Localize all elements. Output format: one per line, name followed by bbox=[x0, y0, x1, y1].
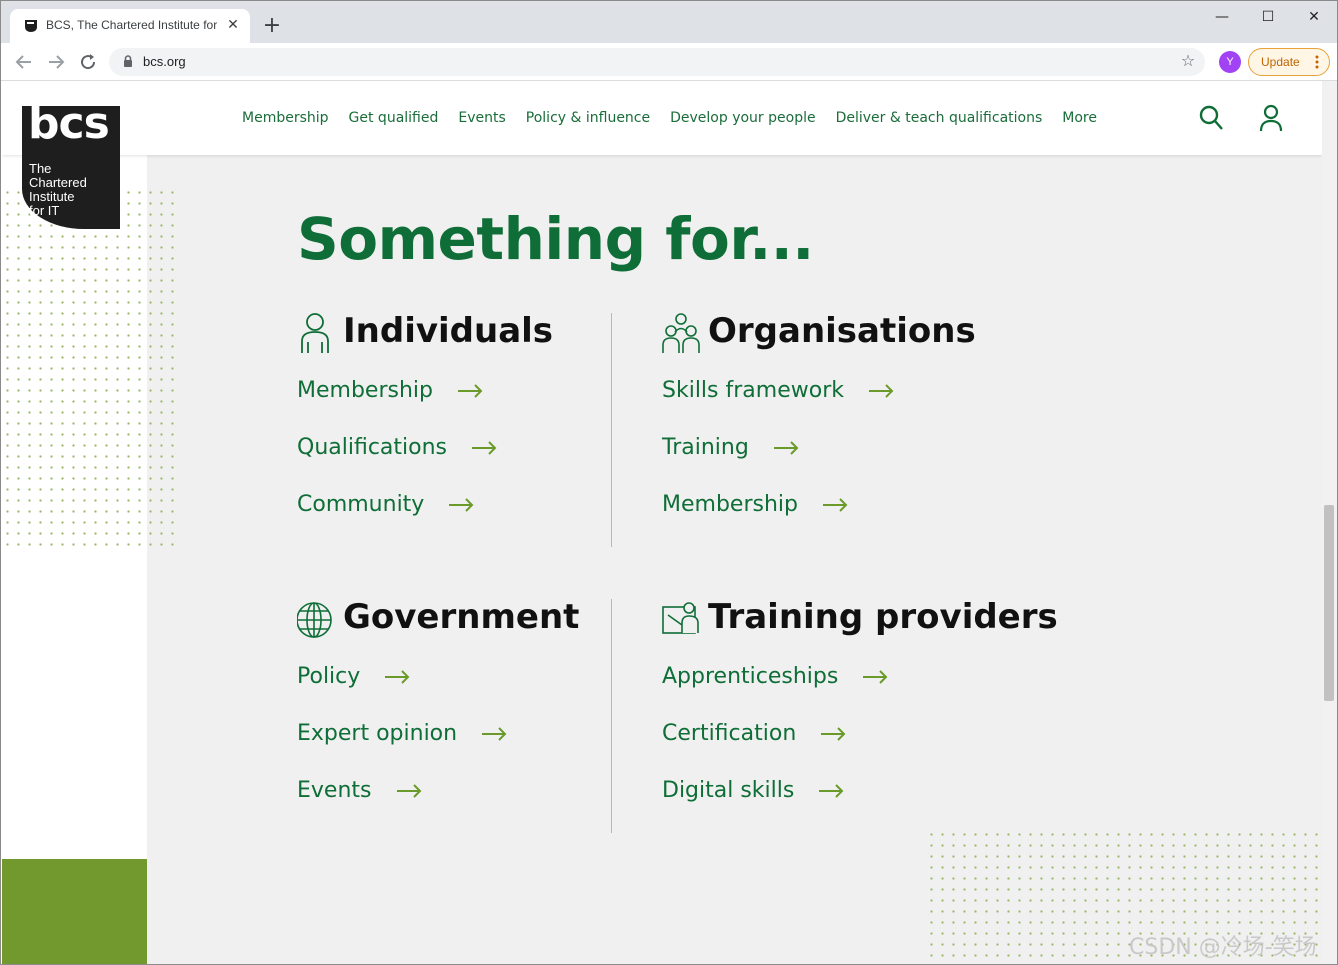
person-icon bbox=[301, 313, 329, 353]
link-label: Digital skills bbox=[662, 778, 795, 803]
update-label: Update bbox=[1261, 55, 1300, 69]
profile-avatar[interactable]: Y bbox=[1219, 51, 1241, 73]
nav-policy-influence[interactable]: Policy & influence bbox=[526, 110, 650, 126]
main-nav: Membership Get qualified Events Policy & in… bbox=[242, 107, 1117, 127]
back-arrow-icon[interactable] bbox=[12, 50, 36, 74]
logo-line: Chartered bbox=[29, 175, 87, 190]
tab-bar: BCS, The Chartered Institute for IT ✕ + … bbox=[1, 1, 1337, 43]
lock-icon bbox=[124, 55, 132, 67]
nav-more[interactable]: More bbox=[1062, 110, 1097, 126]
arrow-right-icon bbox=[449, 497, 474, 512]
arrow-right-icon bbox=[868, 383, 894, 398]
page-scrollbar[interactable] bbox=[1322, 81, 1337, 964]
reload-icon[interactable] bbox=[76, 50, 100, 74]
arrow-right-icon bbox=[385, 669, 410, 684]
logo-line: The bbox=[29, 161, 52, 176]
link-label: Qualifications bbox=[297, 435, 448, 460]
arrow-right-icon bbox=[482, 726, 507, 741]
update-button[interactable]: Update bbox=[1248, 48, 1330, 76]
browser-tab[interactable]: BCS, The Chartered Institute for IT ✕ bbox=[10, 9, 250, 43]
dot-pattern-left bbox=[2, 187, 182, 547]
section-title: Training providers bbox=[708, 597, 1058, 637]
section-title: Organisations bbox=[708, 311, 976, 351]
watermark-text: CSDN @冷场-笑场 bbox=[1129, 935, 1317, 960]
page-viewport: Membership Get qualified Events Policy & in… bbox=[2, 81, 1322, 964]
green-accent-block bbox=[2, 859, 147, 964]
column-divider bbox=[611, 313, 612, 547]
arrow-right-icon bbox=[773, 440, 799, 455]
link-label: Skills framework bbox=[662, 378, 844, 403]
column-divider bbox=[611, 599, 612, 833]
nav-membership[interactable]: Membership bbox=[242, 110, 329, 126]
link-label: Expert opinion bbox=[297, 721, 458, 746]
group-icon bbox=[662, 313, 700, 353]
link-membership-org[interactable]: Membership bbox=[662, 492, 848, 517]
page-title: Something for... bbox=[297, 205, 814, 273]
new-tab-button[interactable]: + bbox=[261, 15, 283, 37]
link-certification[interactable]: Certification bbox=[662, 721, 846, 746]
link-apprenticeships[interactable]: Apprenticeships bbox=[662, 664, 888, 689]
trainer-board-icon bbox=[662, 602, 699, 634]
bookmark-star-icon[interactable]: ☆ bbox=[1179, 52, 1197, 70]
link-label: Policy bbox=[297, 664, 361, 689]
menu-dots-icon bbox=[1315, 55, 1319, 69]
link-qualifications[interactable]: Qualifications bbox=[297, 435, 497, 460]
arrow-right-icon bbox=[396, 783, 421, 798]
tab-title: BCS, The Chartered Institute for IT bbox=[46, 18, 218, 32]
close-window-button[interactable]: ✕ bbox=[1299, 7, 1329, 27]
link-label: Apprenticeships bbox=[662, 664, 839, 689]
globe-icon bbox=[297, 602, 332, 638]
link-label: Membership bbox=[297, 378, 433, 403]
account-icon[interactable] bbox=[1258, 103, 1286, 133]
link-label: Training bbox=[662, 435, 749, 460]
link-skills-framework[interactable]: Skills framework bbox=[662, 378, 894, 403]
link-label: Events bbox=[297, 778, 372, 803]
logo-line: Institute bbox=[29, 189, 75, 204]
scrollbar-thumb[interactable] bbox=[1324, 505, 1334, 701]
link-policy[interactable]: Policy bbox=[297, 664, 410, 689]
search-icon[interactable] bbox=[1198, 103, 1226, 133]
nav-develop-your-people[interactable]: Develop your people bbox=[670, 110, 815, 126]
link-community[interactable]: Community bbox=[297, 492, 474, 517]
logo-wordmark: bcs bbox=[28, 98, 110, 149]
section-title: Individuals bbox=[343, 311, 554, 351]
link-expert-opinion[interactable]: Expert opinion bbox=[297, 721, 507, 746]
url-text: bcs.org bbox=[143, 54, 186, 69]
logo-line: for IT bbox=[29, 203, 60, 218]
browser-window: BCS, The Chartered Institute for IT ✕ + … bbox=[0, 0, 1338, 965]
maximize-button[interactable]: ☐ bbox=[1253, 7, 1283, 27]
arrow-right-icon bbox=[821, 726, 846, 741]
site-header: Membership Get qualified Events Policy & in… bbox=[2, 81, 1322, 155]
arrow-right-icon bbox=[819, 783, 844, 798]
nav-deliver-teach[interactable]: Deliver & teach qualifications bbox=[836, 110, 1043, 126]
section-title: Government bbox=[343, 597, 580, 637]
browser-toolbar: bcs.org ☆ Y Update bbox=[1, 43, 1337, 81]
arrow-right-icon bbox=[822, 497, 848, 512]
link-training[interactable]: Training bbox=[662, 435, 799, 460]
link-events[interactable]: Events bbox=[297, 778, 422, 803]
link-membership[interactable]: Membership bbox=[297, 378, 483, 403]
bcs-favicon-icon bbox=[25, 20, 37, 32]
link-label: Membership bbox=[662, 492, 798, 517]
bcs-logo[interactable]: bcs The Chartered Institute for IT bbox=[22, 98, 120, 229]
forward-arrow-icon[interactable] bbox=[44, 50, 68, 74]
link-label: Certification bbox=[662, 721, 797, 746]
arrow-right-icon bbox=[457, 383, 483, 398]
link-digital-skills[interactable]: Digital skills bbox=[662, 778, 844, 803]
nav-events[interactable]: Events bbox=[458, 110, 505, 126]
logo-tagline: The Chartered Institute for IT bbox=[29, 162, 115, 218]
arrow-right-icon bbox=[863, 669, 888, 684]
arrow-right-icon bbox=[472, 440, 497, 455]
nav-get-qualified[interactable]: Get qualified bbox=[349, 110, 439, 126]
minimize-button[interactable]: — bbox=[1207, 7, 1237, 27]
tab-close-icon[interactable]: ✕ bbox=[225, 17, 241, 33]
address-bar[interactable]: bcs.org ☆ bbox=[109, 48, 1205, 76]
link-label: Community bbox=[297, 492, 425, 517]
